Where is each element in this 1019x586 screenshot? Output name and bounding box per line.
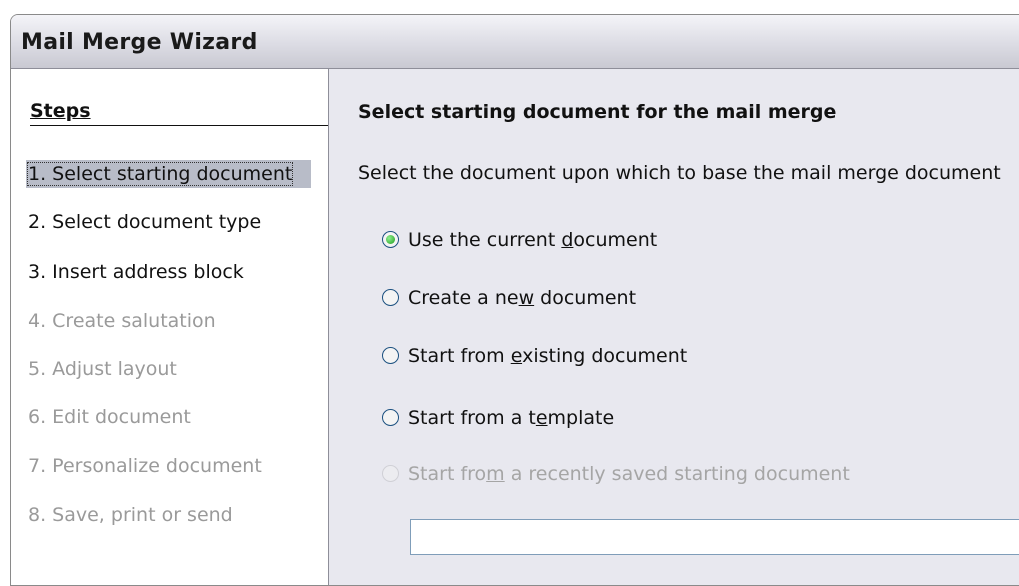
step-label: 6. Edit document bbox=[28, 406, 191, 428]
window-title: Mail Merge Wizard bbox=[21, 30, 258, 55]
step-insert-address-block[interactable]: 3. Insert address block bbox=[28, 258, 244, 286]
recent-document-field[interactable] bbox=[410, 519, 1019, 555]
step-label: 1. Select starting document bbox=[26, 162, 294, 186]
radio-button-checked-icon[interactable] bbox=[382, 231, 399, 248]
step-personalize-document: 7. Personalize document bbox=[28, 452, 262, 480]
radio-button-icon[interactable] bbox=[382, 409, 399, 426]
step-label: 2. Select document type bbox=[28, 211, 262, 233]
radio-use-current-document[interactable]: Use the current document bbox=[382, 226, 657, 254]
title-bar[interactable]: Mail Merge Wizard bbox=[11, 15, 1019, 69]
step-label: 7. Personalize document bbox=[28, 455, 262, 477]
radio-button-icon[interactable] bbox=[382, 289, 399, 306]
radio-start-from-recent-document: Start from a recently saved starting doc… bbox=[382, 460, 850, 488]
step-label: 4. Create salutation bbox=[28, 310, 216, 332]
radio-create-new-document[interactable]: Create a new document bbox=[382, 284, 636, 312]
step-edit-document: 6. Edit document bbox=[28, 403, 191, 431]
content-pane: Select starting document for the mail me… bbox=[329, 69, 1019, 585]
page-heading: Select starting document for the mail me… bbox=[358, 101, 837, 123]
steps-header: Steps bbox=[30, 100, 328, 126]
radio-start-from-template[interactable]: Start from a template bbox=[382, 404, 614, 432]
step-save-print-send: 8. Save, print or send bbox=[28, 501, 233, 529]
step-create-salutation: 4. Create salutation bbox=[28, 307, 216, 335]
page-description: Select the document upon which to base t… bbox=[358, 162, 1001, 184]
step-adjust-layout: 5. Adjust layout bbox=[28, 355, 177, 383]
radio-start-from-existing-document[interactable]: Start from existing document bbox=[382, 342, 687, 370]
step-label: 8. Save, print or send bbox=[28, 504, 233, 526]
steps-pane: Steps 1. Select starting document 2. Sel… bbox=[11, 69, 329, 585]
mail-merge-wizard-window: Mail Merge Wizard Steps 1. Select starti… bbox=[10, 14, 1019, 586]
radio-button-disabled-icon bbox=[382, 465, 399, 482]
step-label: 5. Adjust layout bbox=[28, 358, 177, 380]
radio-button-icon[interactable] bbox=[382, 347, 399, 364]
step-select-document-type[interactable]: 2. Select document type bbox=[28, 208, 261, 236]
step-label: 3. Insert address block bbox=[28, 261, 244, 283]
step-select-starting-document[interactable]: 1. Select starting document bbox=[26, 160, 311, 188]
